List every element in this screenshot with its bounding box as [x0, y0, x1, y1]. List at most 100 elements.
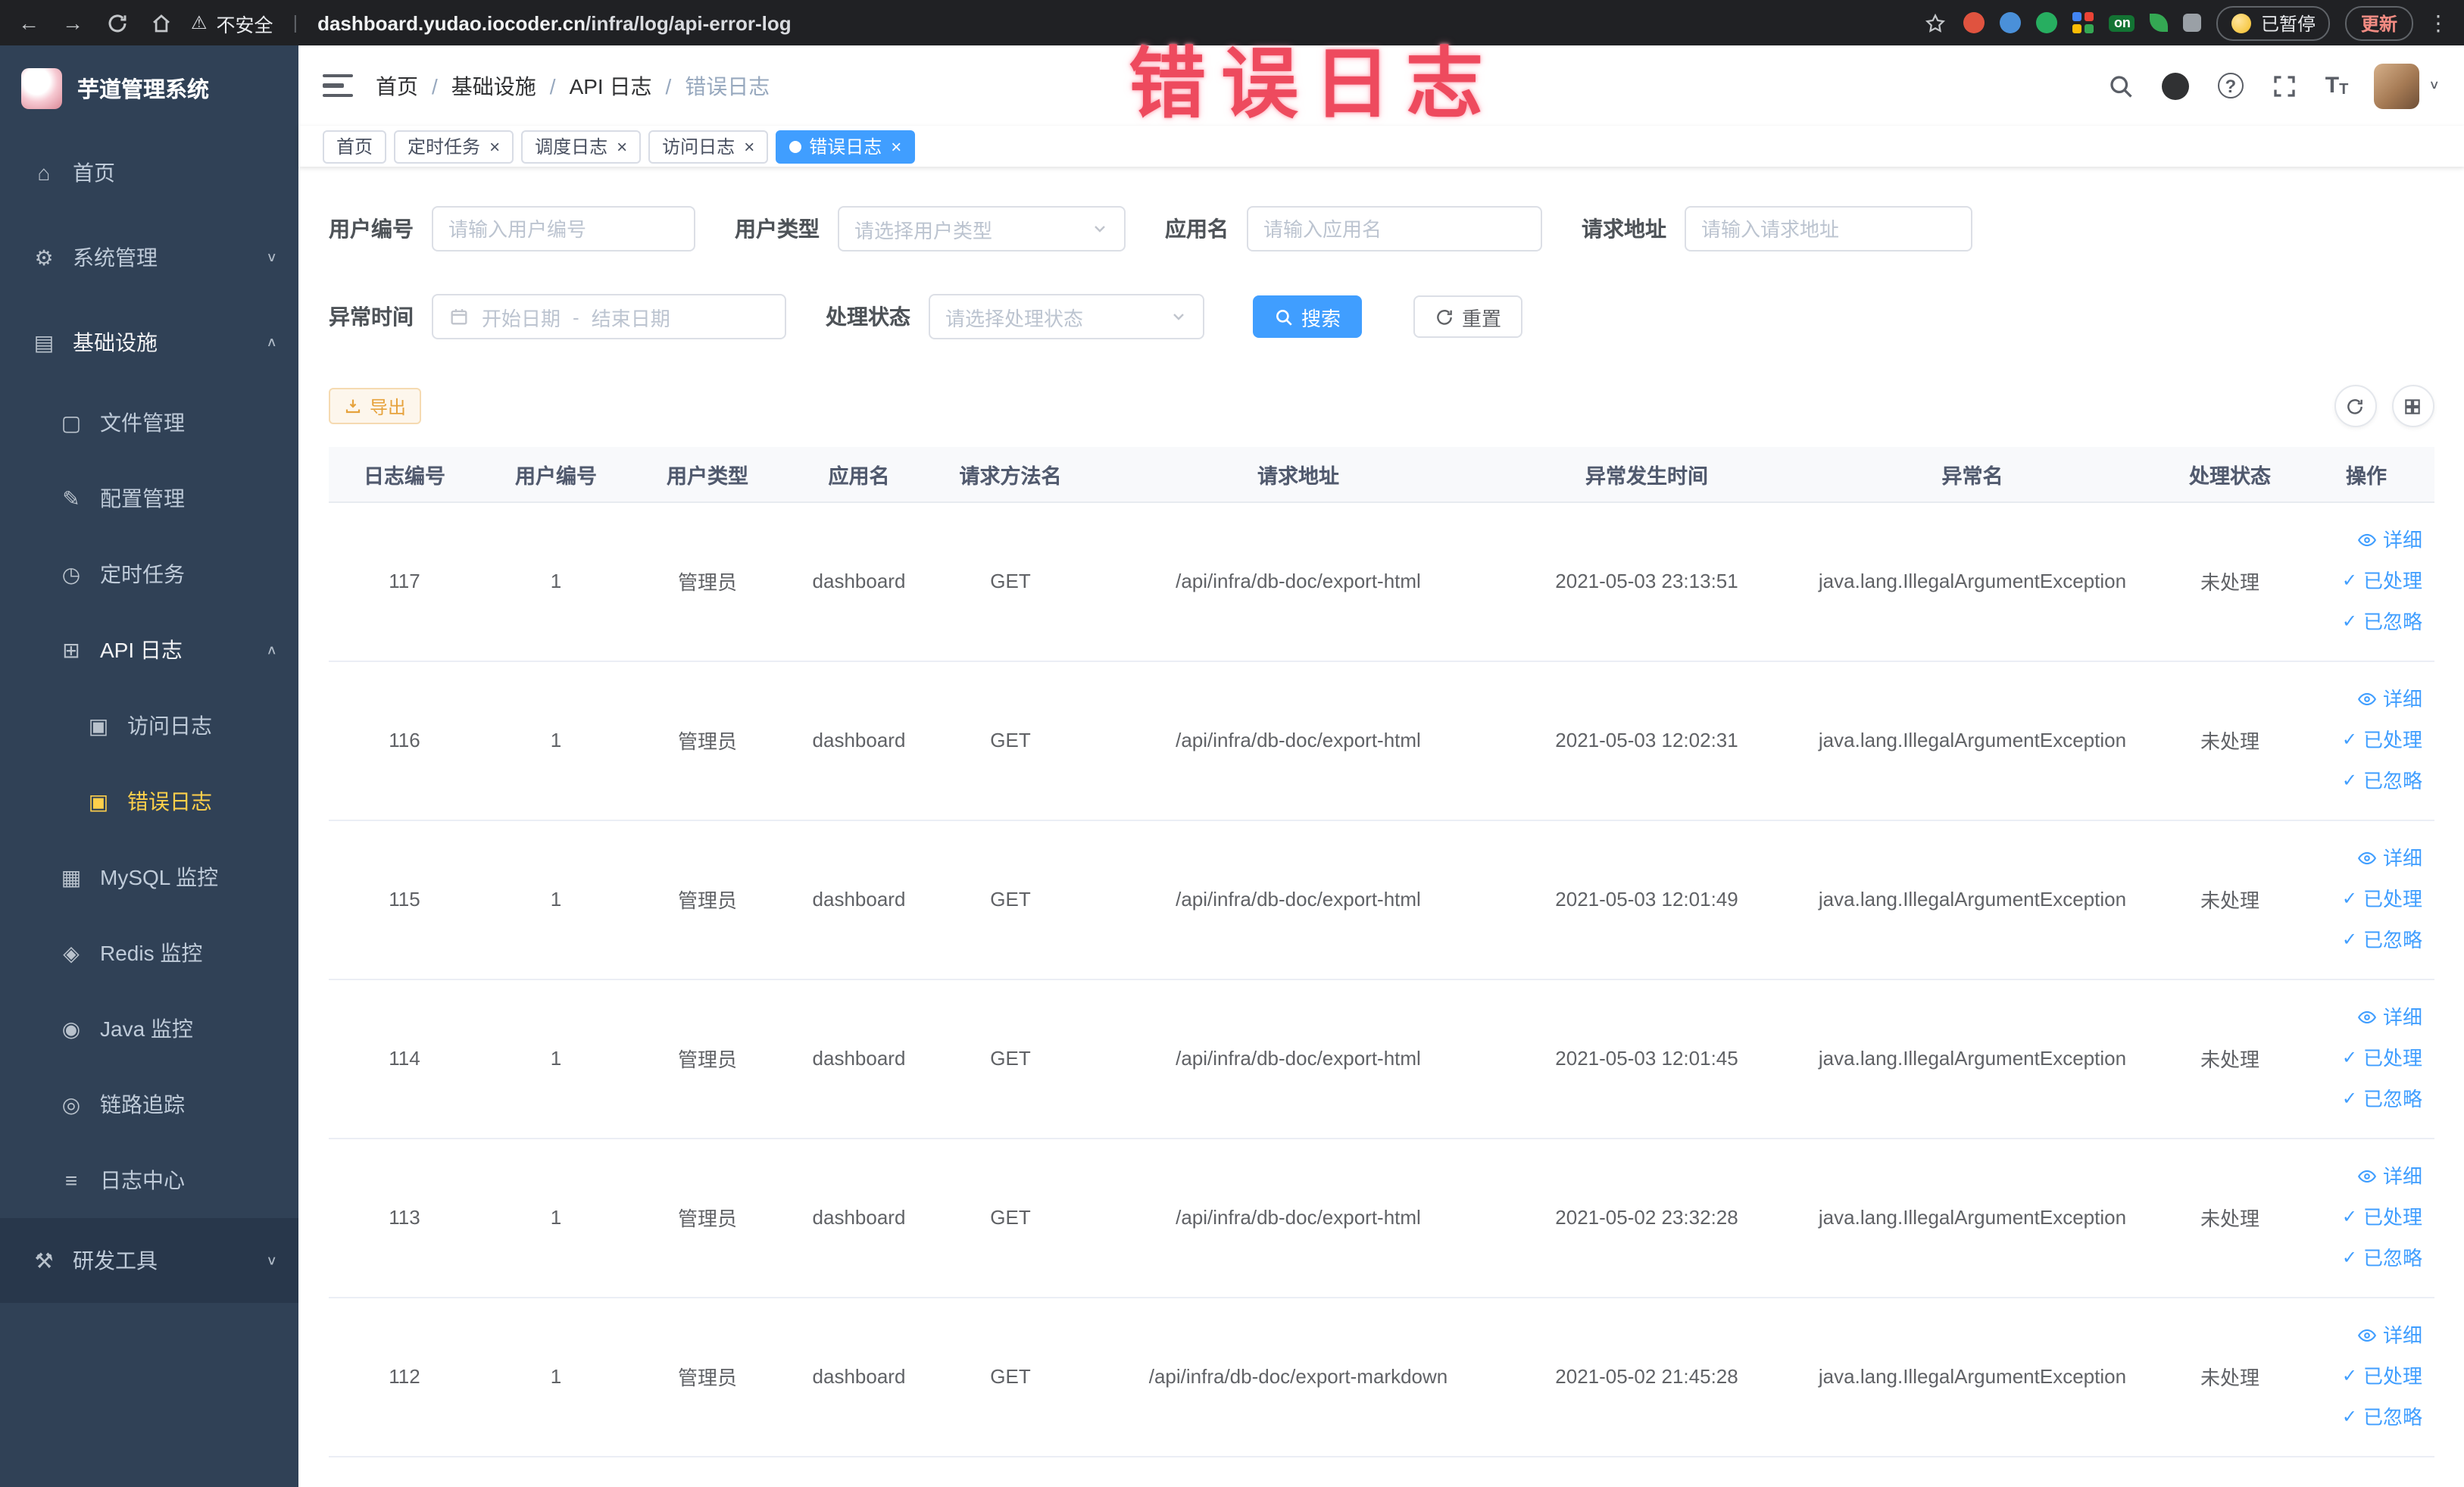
tab-3[interactable]: 调度日志 ×	[521, 130, 642, 163]
user-id-label: 用户编号	[329, 217, 414, 241]
tab-4[interactable]: 访问日志 ×	[648, 130, 769, 163]
extension-record-icon[interactable]	[1963, 12, 1985, 33]
sidebar-item-mysql[interactable]: ▦ MySQL 监控	[0, 839, 298, 915]
export-button[interactable]: 导出	[329, 388, 422, 424]
sidebar-item-api-log[interactable]: ⊞ API 日志 ∧	[0, 612, 298, 688]
action-processed-link[interactable]: ✓ 已处理	[2304, 720, 2422, 761]
action-ignored-link[interactable]: ✓ 已忽略	[2304, 761, 2422, 801]
paused-badge[interactable]: 已暂停	[2216, 5, 2331, 40]
cell-user-id: 1	[480, 979, 632, 1139]
back-icon[interactable]: ←	[15, 9, 42, 36]
action-detail-link[interactable]: 详细	[2304, 1156, 2422, 1197]
column-settings-button[interactable]	[2391, 385, 2434, 427]
cell-actions: 详细 ✓ 已处理 ✓ 已忽略	[2298, 820, 2434, 979]
action-detail-link[interactable]: 详细	[2304, 838, 2422, 879]
user-id-input[interactable]	[432, 206, 695, 251]
cell-user-type: 管理员	[632, 820, 783, 979]
column-header-10: 操作	[2298, 447, 2434, 502]
home-icon[interactable]	[147, 9, 174, 36]
sidebar-item-trace[interactable]: ◎ 链路追踪	[0, 1067, 298, 1142]
font-size-icon[interactable]: TT	[2325, 73, 2349, 98]
extension-drop-icon[interactable]	[2000, 12, 2022, 33]
extension-puzzle-icon[interactable]	[2183, 14, 2202, 32]
tab-1[interactable]: 首页	[323, 130, 387, 163]
github-icon[interactable]	[2162, 71, 2191, 100]
extension-v-icon[interactable]	[2036, 12, 2058, 33]
app-name-input[interactable]	[1247, 206, 1542, 251]
tab-close-icon[interactable]: ×	[744, 137, 754, 155]
breadcrumb-item-1[interactable]: 首页	[376, 70, 418, 101]
request-url-input[interactable]	[1685, 206, 1972, 251]
action-processed-link[interactable]: ✓ 已处理	[2304, 1356, 2422, 1397]
fullscreen-icon[interactable]	[2271, 71, 2300, 100]
cell-status: 未处理	[2162, 820, 2298, 979]
address-bar[interactable]: dashboard.yudao.iocoder.cn /infra/log/ap…	[317, 11, 792, 34]
cell-method: GET	[935, 1297, 1086, 1457]
tab-close-icon[interactable]: ×	[891, 137, 901, 155]
action-ignored-link[interactable]: ✓ 已忽略	[2304, 1238, 2422, 1279]
cell-exception: java.lang.IllegalArgumentException	[1783, 501, 2162, 661]
action-detail-link[interactable]: 详细	[2304, 1315, 2422, 1356]
browser-menu-icon[interactable]: ⋮	[2428, 10, 2449, 36]
reset-button[interactable]: 重置	[1413, 295, 1523, 338]
cell-user-id: 1	[480, 661, 632, 820]
sidebar-item-file[interactable]: ▢ 文件管理	[0, 385, 298, 461]
sidebar-item-home[interactable]: ⌂ 首页	[0, 130, 298, 215]
action-processed-link[interactable]: ✓ 已处理	[2304, 1038, 2422, 1079]
tab-bar: 首页 定时任务 × 调度日志 × 访问日志 × 错误日志 ×	[298, 126, 2464, 167]
user-type-select[interactable]: 请选择用户类型	[838, 206, 1126, 251]
sidebar-item-config[interactable]: ✎ 配置管理	[0, 461, 298, 536]
active-tab-dot	[789, 140, 802, 152]
chevron-up-icon: ∧	[266, 335, 277, 350]
cell-id: 117	[329, 501, 480, 661]
breadcrumb-item-2[interactable]: 基础设施	[451, 70, 536, 101]
sidebar-item-system[interactable]: ⚙ 系统管理 ∨	[0, 215, 298, 300]
action-ignored-link[interactable]: ✓ 已忽略	[2304, 1397, 2422, 1438]
extension-leaf-icon[interactable]	[2150, 14, 2169, 32]
table-row-113: 113 1 管理员 dashboard GET/api/infra/db-doc/exp…	[329, 1138, 2434, 1298]
action-ignored-link[interactable]: ✓ 已忽略	[2304, 920, 2422, 961]
sidebar-item-error-log[interactable]: ▣ 错误日志	[0, 764, 298, 839]
bookmark-star-icon[interactable]	[1922, 9, 1949, 36]
action-label: 已处理	[2363, 1047, 2422, 1070]
reload-icon[interactable]	[103, 9, 130, 36]
exception-time-range-picker[interactable]: 开始日期 - 结束日期	[432, 294, 786, 339]
sidebar-item-java[interactable]: ◉ Java 监控	[0, 991, 298, 1067]
sidebar-item-redis[interactable]: ◈ Redis 监控	[0, 915, 298, 991]
process-status-select[interactable]: 请选择处理状态	[929, 294, 1204, 339]
tab-5[interactable]: 错误日志 ×	[776, 130, 916, 163]
tab-close-icon[interactable]: ×	[489, 137, 500, 155]
action-processed-link[interactable]: ✓ 已处理	[2304, 879, 2422, 920]
tab-2[interactable]: 定时任务 ×	[394, 130, 514, 163]
user-menu[interactable]: ∨	[2374, 63, 2440, 108]
update-button[interactable]: 更新	[2345, 5, 2412, 40]
sidebar-item-log-center[interactable]: ≡ 日志中心	[0, 1142, 298, 1218]
help-icon[interactable]: ?	[2216, 71, 2245, 100]
action-detail-link[interactable]: 详细	[2304, 679, 2422, 720]
action-detail-link[interactable]: 详细	[2304, 520, 2422, 561]
cell-url: /api/infra/db-doc/export-html	[1086, 1138, 1510, 1298]
forward-icon[interactable]: →	[59, 9, 86, 36]
search-icon[interactable]	[2107, 71, 2136, 100]
cell-id: 113	[329, 1138, 480, 1298]
refresh-icon	[1435, 307, 1454, 326]
sidebar-item-infra[interactable]: ▤ 基础设施 ∧	[0, 300, 298, 385]
security-indicator[interactable]: ⚠ 不安全	[191, 8, 273, 37]
action-ignored-link[interactable]: ✓ 已忽略	[2304, 601, 2422, 642]
search-button[interactable]: 搜索	[1253, 295, 1363, 338]
sidebar-item-devtools[interactable]: ⚒ 研发工具 ∨	[0, 1218, 298, 1303]
tab-close-icon[interactable]: ×	[617, 137, 627, 155]
breadcrumb-item-3[interactable]: API 日志	[570, 70, 652, 101]
action-detail-link[interactable]: 详细	[2304, 997, 2422, 1038]
extension-apps-grid-icon[interactable]	[2072, 12, 2094, 33]
sidebar-item-access-log[interactable]: ▣ 访问日志	[0, 688, 298, 764]
select-placeholder: 请选择处理状态	[945, 307, 1084, 330]
action-processed-link[interactable]: ✓ 已处理	[2304, 561, 2422, 601]
action-ignored-link[interactable]: ✓ 已忽略	[2304, 1079, 2422, 1120]
sidebar-item-job[interactable]: ◷ 定时任务	[0, 536, 298, 612]
refresh-table-button[interactable]	[2334, 385, 2376, 427]
hamburger-icon[interactable]	[323, 70, 353, 101]
extension-on-badge[interactable]: on	[2109, 14, 2135, 31]
app-logo[interactable]: 芋道管理系统	[0, 45, 298, 130]
action-processed-link[interactable]: ✓ 已处理	[2304, 1197, 2422, 1238]
